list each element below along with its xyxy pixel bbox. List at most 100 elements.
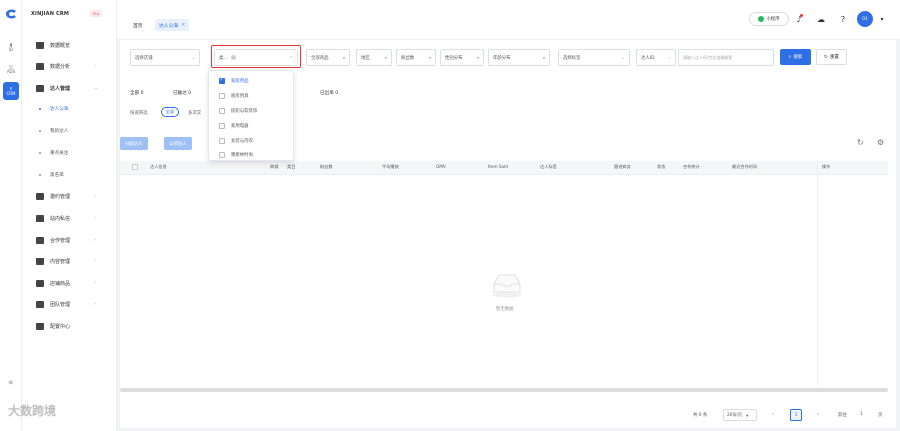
category-dropdown: ✓ 家居用品 厨房用具 纺织与软装饰 家用电器 女装与内衣 穆斯林时尚	[208, 70, 294, 161]
sidebar-item-creators[interactable]: 达人管理 ⌄	[22, 80, 117, 96]
sidebar-item-team[interactable]: 团队管理 ›	[22, 296, 117, 312]
sidebar-sub-my-creators[interactable]: 我的达人	[22, 123, 117, 139]
sidebar-item-content[interactable]: 内容管理 ›	[22, 253, 117, 269]
sidebar-collapse-button[interactable]: «	[8, 378, 14, 388]
sidebar: XINJIAN CRM Pro 数据概览 数据分析 › 达人管理 ⌄ 达人公海 我的…	[22, 0, 117, 431]
sidebar-item-cooperation[interactable]: 合作管理 ›	[22, 232, 117, 248]
chevron-down-icon: ⌄	[191, 55, 195, 60]
page-unit-label: 页	[878, 413, 883, 418]
checkbox[interactable]	[219, 138, 225, 144]
store-icon	[36, 279, 44, 287]
sidebar-sub-blacklist[interactable]: 黑名单	[22, 167, 117, 183]
checkbox[interactable]	[219, 123, 225, 129]
sidebar-item-analysis[interactable]: 数据分析 ›	[22, 58, 117, 74]
highlight-box	[211, 45, 301, 68]
total-count: 共 0 条	[693, 413, 708, 418]
checkbox[interactable]	[219, 93, 225, 99]
next-page-button[interactable]: ›	[817, 412, 819, 417]
prev-page-button[interactable]: ‹	[772, 412, 774, 417]
select-all-checkbox[interactable]	[132, 164, 138, 170]
page-number-button[interactable]: 1	[790, 409, 802, 421]
chevron-right-icon: ›	[94, 258, 96, 264]
sidebar-item-messages[interactable]: 站内私信 ›	[22, 210, 117, 226]
top-bar: 首页 达人公海 × 小程序 ♪ ☁ ? 01 ▾	[117, 0, 900, 40]
mail-icon	[36, 192, 44, 200]
notification-dot	[800, 14, 803, 17]
config-icon	[36, 322, 44, 330]
tag-select[interactable]: 选择标签 ⌄	[558, 49, 630, 66]
refresh-icon[interactable]: ↻	[857, 138, 864, 147]
horizontal-scrollbar[interactable]	[120, 388, 888, 392]
region-select[interactable]: 地区 ▾	[356, 49, 392, 66]
operations-column	[817, 161, 888, 386]
brand-name: XINJIAN CRM	[31, 11, 70, 17]
table-header: 达人信息 商城 类目 粉丝数 平均播放 GMV Item Sold 达人标签 跟…	[120, 161, 888, 175]
store-select[interactable]: 选择店铺 ⌄	[130, 49, 200, 66]
id-type-select[interactable]: 达人ID ⌄	[636, 49, 676, 66]
check-circle-icon	[758, 16, 765, 22]
miniapp-button[interactable]: 小程序	[749, 12, 789, 26]
fans-select[interactable]: 粉丝数 ▾	[396, 49, 436, 66]
chevron-right-icon: ›	[94, 301, 96, 307]
gear-icon[interactable]: ⚙	[877, 138, 884, 147]
chevron-right-icon: ›	[94, 193, 96, 199]
rail-item-ads[interactable]: ◫ ADS	[3, 60, 19, 78]
close-icon[interactable]: ×	[181, 23, 185, 28]
check-icon: ✓	[219, 76, 224, 83]
empty-state-text: 暂无数据	[496, 307, 514, 312]
chevron-down-icon: ▾	[746, 412, 749, 418]
caret-down-icon[interactable]: ▾	[876, 13, 888, 25]
status-tab-all[interactable]: 全部 0	[130, 90, 144, 96]
mall-select[interactable]: 全部商品 ▾	[306, 49, 350, 66]
page-size-select[interactable]: 20条/页 ▾	[723, 409, 757, 421]
cloud-icon[interactable]: ☁	[815, 13, 827, 25]
checkbox[interactable]	[219, 108, 225, 114]
creator-icon	[36, 84, 44, 92]
status-tab-reached[interactable]: 已触达 0	[173, 90, 191, 96]
search-button[interactable]: ⌕ 搜索	[780, 49, 811, 65]
chart-icon	[36, 62, 44, 70]
dropdown-option[interactable]: 穆斯林时尚	[209, 147, 295, 163]
watermark-text: 大数跨境	[8, 404, 57, 418]
video-icon	[36, 257, 44, 265]
refresh-icon: ↻	[823, 54, 828, 60]
search-icon: ⌕	[788, 55, 792, 60]
sidebar-item-store[interactable]: 店铺商品 ›	[22, 275, 117, 291]
checkbox[interactable]	[219, 152, 225, 158]
quick-filter-multi[interactable]: 多次交	[188, 110, 201, 116]
gender-select[interactable]: 性别分布 ▾	[440, 49, 484, 66]
sidebar-sub-focus[interactable]: 重点关注	[22, 145, 117, 161]
dropdown-option[interactable]: 厨房用具	[209, 88, 295, 104]
brand-logo-icon	[6, 9, 16, 19]
dropdown-option[interactable]: ✓ 家居用品	[209, 73, 295, 89]
chat-icon	[36, 214, 44, 222]
assign-creator-button[interactable]: 分配达人	[120, 137, 148, 150]
sidebar-item-overview[interactable]: 数据概览	[22, 37, 117, 53]
dropdown-option[interactable]: 家用电器	[209, 118, 295, 134]
rail-item-id[interactable]: ▮ ID	[3, 38, 19, 56]
empty-inbox-icon	[492, 274, 522, 298]
age-select[interactable]: 年龄分布 ▾	[488, 49, 550, 66]
dropdown-option[interactable]: 纺织与软装饰	[209, 103, 295, 119]
chevron-right-icon: ›	[94, 280, 96, 286]
goto-page-input[interactable]: 1	[860, 412, 863, 417]
claim-creator-button[interactable]: 认领达人	[164, 137, 192, 150]
sidebar-sub-public-pool[interactable]: 达人公海	[22, 101, 117, 117]
keyword-input[interactable]: 请输入达人ID/完全准确搜索	[678, 49, 774, 66]
sidebar-item-config[interactable]: 配置中心	[22, 318, 117, 334]
reset-button[interactable]: ↻ 重置	[816, 49, 847, 65]
goto-label: 前往	[838, 413, 847, 418]
avatar[interactable]: 01	[857, 11, 873, 27]
chevron-down-icon: ⌄	[94, 85, 99, 91]
rail-item-crm[interactable]: ⚲ CRM	[3, 82, 19, 100]
status-tab-ordered[interactable]: 已出单 0	[320, 90, 338, 96]
tab-public-pool[interactable]: 达人公海 ×	[155, 19, 190, 31]
bell-icon[interactable]: ♪	[793, 13, 805, 25]
chevron-right-icon: ›	[94, 215, 96, 221]
help-icon[interactable]: ?	[837, 13, 849, 25]
team-icon	[36, 300, 44, 308]
tab-home[interactable]: 首页	[129, 19, 147, 31]
chevron-right-icon: ›	[94, 237, 96, 243]
quick-filter-all[interactable]: 全部	[161, 107, 179, 117]
sidebar-item-invitations[interactable]: 邀约管理 ›	[22, 188, 117, 204]
